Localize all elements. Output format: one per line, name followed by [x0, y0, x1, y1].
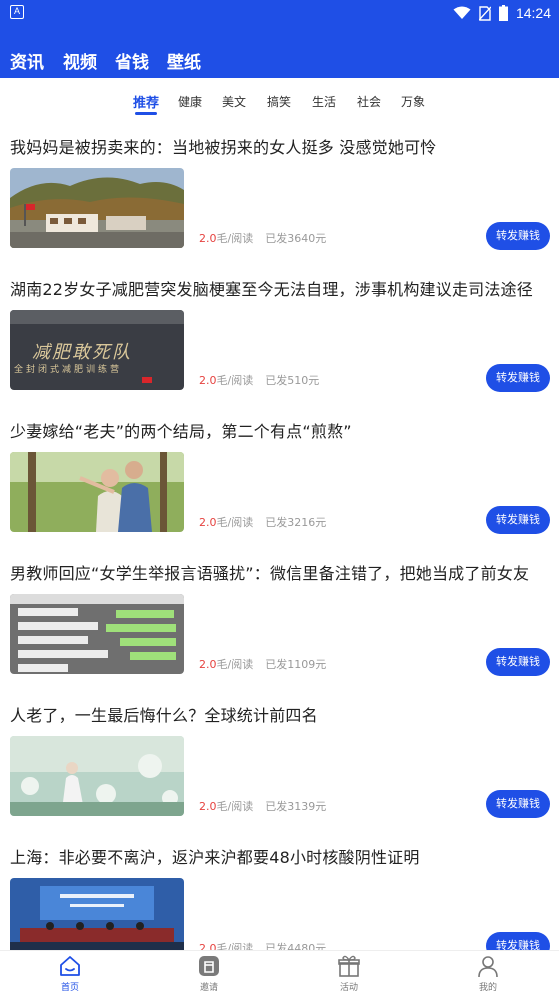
article-thumbnail[interactable] — [10, 452, 184, 532]
home-icon — [60, 956, 80, 976]
sign-text-sub: 全封闭式减肥训练营 — [14, 365, 123, 375]
price-per-read: 2.0 — [199, 942, 217, 950]
share-earn-button[interactable]: 转发赚钱 — [486, 648, 550, 676]
article-meta: 2.0毛/阅读 已发1109元 — [199, 656, 326, 672]
category-tab-funny[interactable]: 搞笑 — [267, 93, 291, 110]
profile-icon — [478, 956, 498, 978]
article-item[interactable]: 人老了，一生最后悔什么？全球统计前四名 2.0毛/阅读 已发3139元 转发赚钱 — [0, 690, 559, 832]
article-meta: 2.0毛/阅读 已发3640元 — [199, 230, 326, 246]
bottom-nav-label: 首页 — [60, 983, 79, 993]
price-unit: 毛/阅读 — [216, 516, 254, 529]
article-item[interactable]: 男教师回应“女学生举报言语骚扰”：微信里备注错了，把她当成了前女友 2.0毛/阅… — [0, 548, 559, 690]
no-sim-icon — [478, 5, 491, 21]
mountain-village-image — [10, 168, 184, 248]
girl-in-flower-field-image — [10, 736, 184, 816]
article-item[interactable]: 我妈妈是被拐卖来的：当地被拐来的女人挺多 没感觉她可怜 2.0毛/阅读 已发364… — [0, 122, 559, 264]
price-per-read: 2.0 — [199, 800, 217, 813]
article-item[interactable]: 上海：非必要不离沪，返沪来沪都要48小时核酸阴性证明 2.0毛/阅读 已发4480… — [0, 832, 559, 950]
paid-total: 已发3640元 — [265, 232, 327, 245]
price-unit: 毛/阅读 — [216, 658, 254, 671]
article-thumbnail[interactable] — [10, 736, 184, 816]
bottom-nav-activity[interactable]: 活动 — [299, 951, 399, 995]
article-title[interactable]: 人老了，一生最后悔什么？全球统计前四名 — [10, 702, 555, 726]
price-unit: 毛/阅读 — [216, 942, 254, 950]
article-thumbnail[interactable] — [10, 878, 184, 950]
status-time: 14:24 — [515, 5, 551, 21]
press-conference-image — [10, 878, 184, 950]
category-tab-prose[interactable]: 美文 — [222, 93, 246, 110]
price-per-read: 2.0 — [199, 516, 217, 529]
paid-total: 已发3216元 — [265, 516, 327, 529]
bottom-nav-label: 活动 — [339, 983, 358, 993]
category-tab-society[interactable]: 社会 — [357, 93, 381, 110]
tab-wallpaper[interactable]: 壁纸 — [167, 48, 201, 73]
paid-total: 已发3139元 — [265, 800, 327, 813]
article-feed[interactable]: 我妈妈是被拐卖来的：当地被拐来的女人挺多 没感觉她可怜 2.0毛/阅读 已发364… — [0, 122, 559, 950]
bottom-nav-invite[interactable]: 邀请 — [159, 951, 259, 995]
tab-video[interactable]: 视频 — [63, 48, 97, 73]
category-tabs: 推荐 健康 美文 搞笑 生活 社会 万象 — [0, 78, 559, 122]
article-meta: 2.0毛/阅读 已发510元 — [199, 372, 319, 388]
category-tab-misc[interactable]: 万象 — [401, 93, 425, 110]
article-item[interactable]: 湖南22岁女子减肥营突发脑梗塞至今无法自理，涉事机构建议走司法途径 减肥敢死队 … — [0, 264, 559, 406]
article-meta: 2.0毛/阅读 已发4480元 — [199, 940, 326, 950]
weight-loss-camp-sign-image: 减肥敢死队 全封闭式减肥训练营 — [10, 310, 184, 390]
top-nav: 资讯 视频 省钱 壁纸 — [0, 26, 559, 78]
invite-icon — [199, 956, 219, 976]
price-unit: 毛/阅读 — [216, 800, 254, 813]
article-thumbnail[interactable] — [10, 594, 184, 674]
article-meta: 2.0毛/阅读 已发3139元 — [199, 798, 326, 814]
share-earn-button[interactable]: 转发赚钱 — [486, 932, 550, 950]
battery-icon — [498, 5, 508, 21]
category-tab-recommend[interactable]: 推荐 — [133, 92, 159, 111]
article-item[interactable]: 少妻嫁给“老夫”的两个结局，第二个有点“煎熬” 2.0毛/阅读 已发3216元 转… — [0, 406, 559, 548]
article-title[interactable]: 男教师回应“女学生举报言语骚扰”：微信里备注错了，把她当成了前女友 — [10, 560, 555, 584]
wifi-icon — [453, 6, 471, 19]
share-earn-button[interactable]: 转发赚钱 — [486, 506, 550, 534]
article-title[interactable]: 湖南22岁女子减肥营突发脑梗塞至今无法自理，涉事机构建议走司法途径 — [10, 276, 555, 300]
bottom-nav-label: 邀请 — [199, 983, 218, 993]
article-thumbnail[interactable]: 减肥敢死队 全封闭式减肥训练营 — [10, 310, 184, 390]
bottom-nav: 首页 邀请 活动 我的 — [0, 950, 559, 995]
paid-total: 已发1109元 — [265, 658, 327, 671]
bottom-nav-label: 我的 — [478, 983, 497, 993]
sign-text-main: 减肥敢死队 — [32, 342, 132, 363]
tab-news[interactable]: 资讯 — [10, 48, 44, 73]
article-title[interactable]: 少妻嫁给“老夫”的两个结局，第二个有点“煎熬” — [10, 418, 555, 442]
bottom-nav-home[interactable]: 首页 — [20, 951, 120, 995]
share-earn-button[interactable]: 转发赚钱 — [486, 222, 550, 250]
notification-icon: A — [10, 5, 24, 19]
share-earn-button[interactable]: 转发赚钱 — [486, 790, 550, 818]
price-unit: 毛/阅读 — [216, 232, 254, 245]
couple-outdoors-image — [10, 452, 184, 532]
article-title[interactable]: 我妈妈是被拐卖来的：当地被拐来的女人挺多 没感觉她可怜 — [10, 134, 555, 158]
status-icons: 14:24 — [453, 3, 551, 23]
category-tab-health[interactable]: 健康 — [178, 93, 202, 110]
paid-total: 已发510元 — [265, 374, 320, 387]
category-tab-life[interactable]: 生活 — [312, 93, 336, 110]
price-per-read: 2.0 — [199, 232, 217, 245]
article-title[interactable]: 上海：非必要不离沪，返沪来沪都要48小时核酸阴性证明 — [10, 844, 555, 868]
price-unit: 毛/阅读 — [216, 374, 254, 387]
share-earn-button[interactable]: 转发赚钱 — [486, 364, 550, 392]
gift-icon — [338, 955, 360, 977]
tab-save-money[interactable]: 省钱 — [115, 48, 149, 73]
status-bar: A 14:24 — [0, 0, 559, 26]
article-thumbnail[interactable] — [10, 168, 184, 248]
price-per-read: 2.0 — [199, 374, 217, 387]
price-per-read: 2.0 — [199, 658, 217, 671]
active-tab-indicator — [135, 112, 157, 115]
bottom-nav-mine[interactable]: 我的 — [438, 951, 538, 995]
article-meta: 2.0毛/阅读 已发3216元 — [199, 514, 326, 530]
chat-screenshot-image — [10, 594, 184, 674]
paid-total: 已发4480元 — [265, 942, 327, 950]
